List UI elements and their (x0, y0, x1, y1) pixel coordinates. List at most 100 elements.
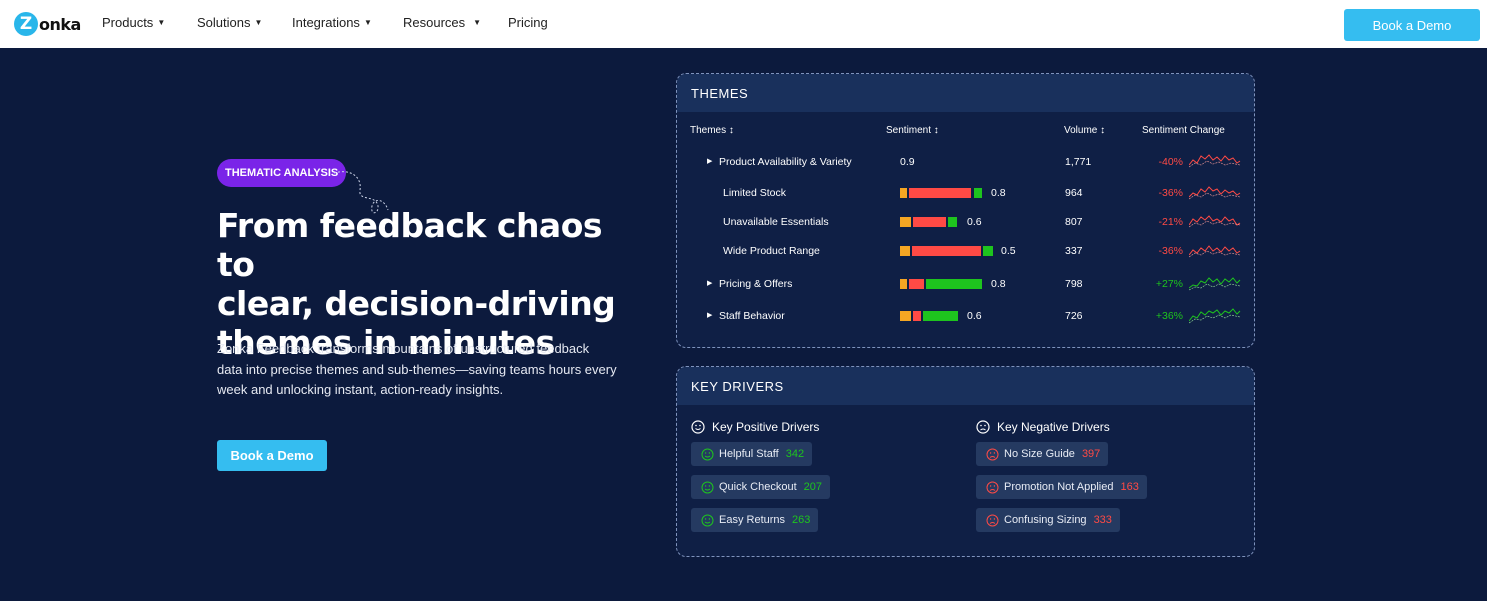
sentiment-change: +36% (1155, 310, 1183, 322)
headline-line-2: clear, decision-driving (217, 284, 616, 323)
sentiment-bar-negative (909, 188, 971, 198)
chevron-down-icon: ▼ (473, 18, 482, 27)
sentiment-bar-neutral (900, 217, 911, 227)
frown-icon (986, 481, 999, 493)
book-demo-button-nav[interactable]: Book a Demo (1344, 9, 1480, 41)
driver-count: 263 (792, 514, 811, 526)
sentiment-value: 0.8 (991, 187, 1006, 199)
sentiment-bar-neutral (900, 246, 910, 256)
nav-pricing-label: Pricing (508, 15, 548, 30)
thematic-analysis-tag: THEMATIC ANALYSIS (217, 159, 347, 187)
sentiment-change: -36% (1158, 245, 1183, 257)
sentiment-bar-positive (926, 279, 982, 289)
smile-icon (701, 514, 714, 526)
expand-arrow-icon[interactable]: ▶ (707, 157, 712, 165)
driver-label: Helpful Staff (719, 448, 779, 460)
sentiment-change: -40% (1158, 156, 1183, 168)
positive-driver-chip[interactable]: Easy Returns 263 (691, 508, 819, 532)
theme-name: Wide Product Range (723, 245, 820, 257)
theme-row-staff-behavior[interactable]: ▶ Staff Behavior 0.6 726 +36% (677, 308, 1254, 328)
driver-label: Quick Checkout (719, 481, 797, 493)
driver-label: Promotion Not Applied (1004, 481, 1114, 493)
chevron-down-icon: ▼ (157, 18, 166, 27)
driver-count: 342 (785, 448, 805, 460)
headline-line-1: From feedback chaos to (217, 206, 603, 284)
volume-value: 337 (1065, 245, 1083, 257)
col-sentiment-change-header: Sentiment Change (1142, 125, 1225, 136)
expand-arrow-icon[interactable]: ▶ (707, 279, 712, 287)
sparkline-positive (1189, 308, 1241, 324)
col-themes-header[interactable]: Themes ↕ (690, 125, 734, 136)
driver-label: Easy Returns (719, 514, 786, 526)
volume-value: 798 (1065, 278, 1083, 290)
desc-line-3: week and unlocking instant, action-ready… (217, 382, 504, 397)
sentiment-bar-neutral (900, 279, 907, 289)
sentiment-bar-positive (923, 311, 958, 321)
sparkline-negative (1189, 215, 1241, 228)
sentiment-bar-positive (983, 246, 993, 256)
nav-integrations[interactable]: Integrations ▼ (292, 15, 372, 30)
sentiment-change: +27% (1155, 278, 1183, 290)
negative-drivers-label: Key Negative Drivers (997, 420, 1110, 434)
nav-pricing[interactable]: Pricing (508, 15, 548, 30)
sentiment-bar-positive (974, 188, 982, 198)
desc-line-2: data into precise themes and sub-themes—… (217, 361, 617, 377)
book-demo-button-hero[interactable]: Book a Demo (217, 440, 327, 471)
sentiment-bar-negative (913, 217, 946, 227)
driver-label: Confusing Sizing (1004, 514, 1087, 526)
negative-driver-chip[interactable]: Promotion Not Applied 163 (976, 475, 1147, 499)
driver-count: 333 (1093, 514, 1112, 526)
sentiment-bar-positive (948, 217, 957, 227)
zonka-logo[interactable]: Z onka (14, 9, 81, 39)
sentiment-change: -21% (1158, 216, 1183, 228)
logo-mark: Z (14, 12, 38, 36)
negative-driver-chip[interactable]: No Size Guide 397 (976, 442, 1109, 466)
sentiment-bar-negative (909, 279, 924, 289)
key-drivers-panel: KEY DRIVERS Key Positive Drivers Key Neg… (676, 366, 1255, 557)
sentiment-value: 0.6 (967, 310, 982, 322)
driver-label: No Size Guide (1004, 448, 1075, 460)
chevron-down-icon: ▼ (363, 18, 372, 27)
col-sentiment-header[interactable]: Sentiment ↕ (886, 125, 939, 136)
sparkline-positive (1189, 277, 1241, 291)
nav-resources[interactable]: Resources ▼ (403, 15, 481, 30)
col-volume-header[interactable]: Volume ↕ (1064, 125, 1105, 136)
sparkline-negative (1189, 154, 1241, 168)
volume-value: 1,771 (1065, 156, 1092, 168)
driver-count: 207 (803, 481, 823, 493)
theme-name: Limited Stock (723, 187, 787, 199)
negative-driver-chip[interactable]: Confusing Sizing 333 (976, 508, 1120, 532)
key-drivers-title: KEY DRIVERS (677, 367, 1254, 405)
nav-resources-label: Resources (403, 15, 466, 30)
sentiment-change: -36% (1158, 187, 1183, 199)
expand-arrow-icon[interactable]: ▶ (707, 311, 712, 319)
positive-drivers-label: Key Positive Drivers (712, 420, 820, 434)
theme-row-limited-stock[interactable]: Limited Stock 0.8 964 -36% (677, 185, 1254, 205)
sentiment-value: 0.8 (991, 278, 1006, 290)
theme-row-product-availability[interactable]: ▶ Product Availability & Variety 0.9 1,7… (677, 154, 1254, 174)
chevron-down-icon: ▼ (254, 18, 263, 27)
theme-row-wide-product-range[interactable]: Wide Product Range 0.5 337 -36% (677, 243, 1254, 263)
themes-panel-title: THEMES (677, 74, 1254, 112)
nav-products[interactable]: Products ▼ (102, 15, 165, 30)
volume-value: 964 (1065, 187, 1083, 199)
nav-products-label: Products (102, 15, 154, 30)
nav-solutions[interactable]: Solutions ▼ (197, 15, 262, 30)
theme-name: Pricing & Offers (719, 278, 793, 290)
positive-driver-chip[interactable]: Helpful Staff 342 (691, 442, 813, 466)
sparkline-negative (1189, 245, 1241, 258)
positive-driver-chip[interactable]: Quick Checkout 207 (691, 475, 831, 499)
theme-row-pricing-offers[interactable]: ▶ Pricing & Offers 0.8 798 +27% (677, 276, 1254, 296)
desc-line-1: Zonka Feedback transforms mountains of u… (217, 341, 590, 356)
theme-name: Product Availability & Variety (719, 156, 852, 168)
theme-name: Unavailable Essentials (723, 216, 829, 228)
sentiment-bar-neutral (900, 311, 911, 321)
sentiment-value: 0.5 (1001, 245, 1016, 257)
sentiment-value: 0.9 (900, 156, 915, 168)
driver-count: 163 (1120, 481, 1139, 493)
smile-icon (701, 481, 714, 493)
sentiment-value: 0.6 (967, 216, 982, 228)
negative-drivers-heading: Key Negative Drivers (976, 420, 1110, 434)
smile-icon (701, 448, 714, 460)
theme-row-unavailable-essentials[interactable]: Unavailable Essentials 0.6 807 -21% (677, 214, 1254, 234)
